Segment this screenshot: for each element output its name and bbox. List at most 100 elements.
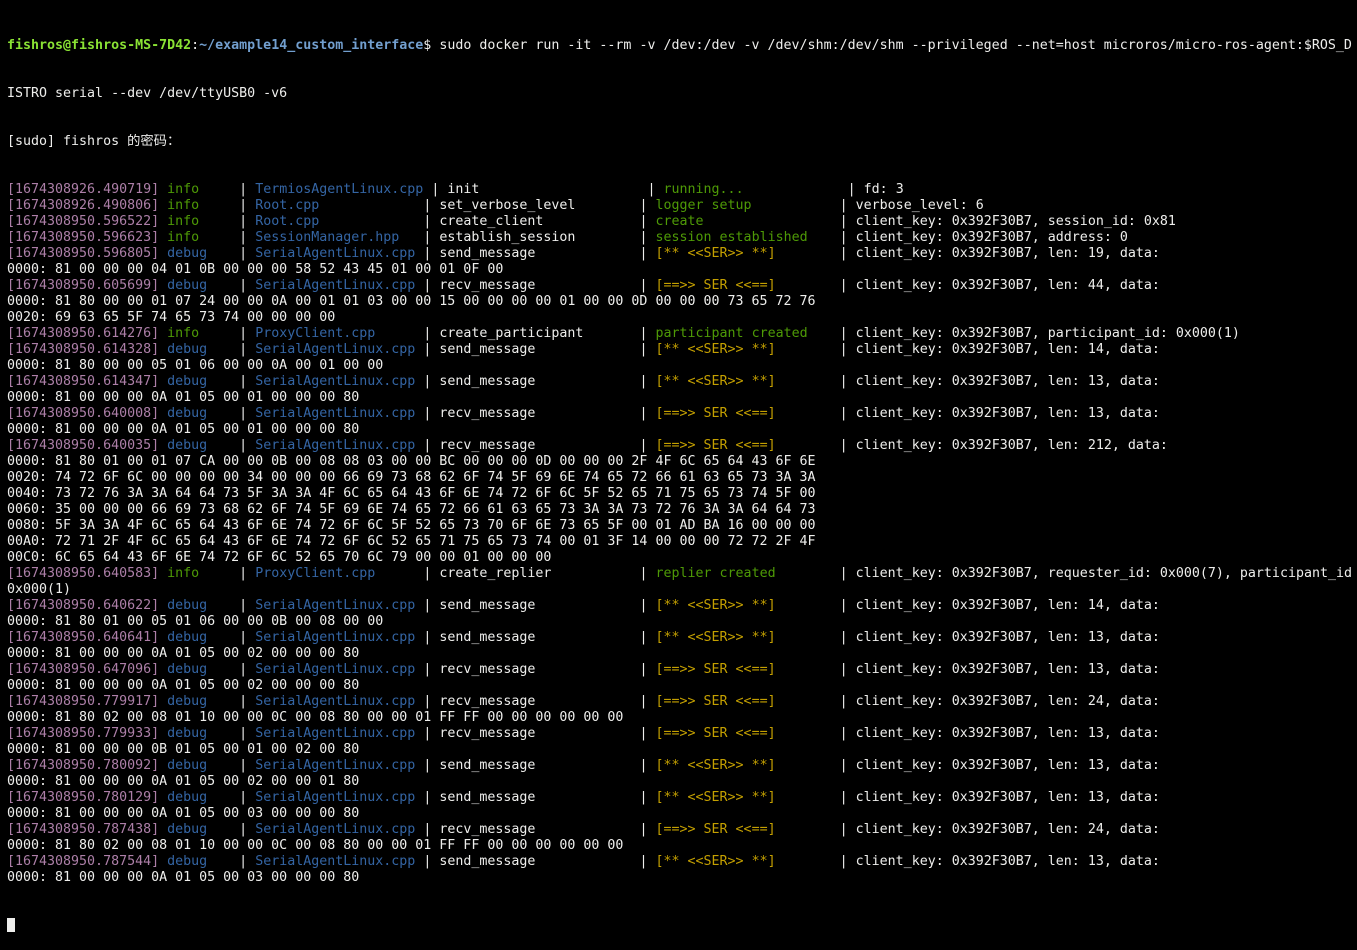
log-source-sep: | <box>415 790 440 805</box>
command-continuation: ISTRO serial --dev /dev/ttyUSB0 -v6 <box>7 86 1353 102</box>
log-level-pad: | <box>207 694 256 709</box>
log-source-file: SerialAgentLinux.cpp <box>255 374 416 389</box>
log-detail: client_key: 0x392F30B7, len: 212, data: <box>855 438 1176 453</box>
log-message-pad: | <box>807 326 856 341</box>
log-data-line: 0000: 81 00 00 00 0A 01 05 00 03 00 00 0… <box>7 806 1353 822</box>
log-raw-text: 0000: 81 80 00 00 01 07 24 00 00 0A 00 0… <box>7 294 816 309</box>
log-source-file: ProxyClient.cpp <box>255 326 376 341</box>
log-source-file: Root.cpp <box>255 214 320 229</box>
terminal-output[interactable]: fishros@fishros-MS-7D42:~/example14_cust… <box>7 6 1353 950</box>
prompt-dollar: $ <box>423 38 440 53</box>
log-raw-text: 00C0: 6C 65 64 43 6F 6E 74 72 6F 6C 52 6… <box>7 550 552 565</box>
log-entry: [1674308950.596522] info | Root.cpp | cr… <box>7 214 1353 230</box>
log-timestamp: [1674308950.605699] <box>7 278 160 293</box>
log-detail: client_key: 0x392F30B7, len: 24, data: <box>855 694 1168 709</box>
log-data-line: 0000: 81 00 00 00 0A 01 05 00 01 00 00 0… <box>7 390 1353 406</box>
log-data-line: 0000: 81 80 00 00 05 01 06 00 00 0A 00 0… <box>7 358 1353 374</box>
log-detail: client_key: 0x392F30B7, session_id: 0x81 <box>855 214 1176 229</box>
log-message: [** <<SER>> **] <box>655 630 776 645</box>
log-message-pad: | <box>703 214 856 229</box>
log-level: debug <box>167 374 208 389</box>
log-function: recv_message | <box>439 278 656 293</box>
log-message-pad: | <box>775 278 856 293</box>
log-level: info <box>167 326 200 341</box>
log-message-pad: | <box>775 598 856 613</box>
log-level: debug <box>167 246 208 261</box>
log-source-file: Root.cpp <box>255 198 320 213</box>
log-data-line: 0000: 81 80 01 00 05 01 06 00 00 0B 00 0… <box>7 614 1353 630</box>
log-data-line: 0000: 81 00 00 00 0A 01 05 00 02 00 00 0… <box>7 678 1353 694</box>
log-timestamp: [1674308926.490806] <box>7 198 160 213</box>
log-message: [==>> SER <<==] <box>655 694 776 709</box>
log-level: info <box>167 566 200 581</box>
log-function: create_replier | <box>439 566 656 581</box>
log-detail: client_key: 0x392F30B7, len: 19, data: <box>855 246 1168 261</box>
log-timestamp: [1674308950.614347] <box>7 374 160 389</box>
log-level: info <box>167 198 200 213</box>
log-source-sep: | <box>415 694 440 709</box>
log-source-file: SerialAgentLinux.cpp <box>255 822 416 837</box>
log-function: send_message | <box>439 598 656 613</box>
log-message: replier created <box>655 566 776 581</box>
log-source-sep: | <box>415 438 440 453</box>
log-raw-text: 0000: 81 00 00 00 0A 01 05 00 01 00 00 0… <box>7 390 360 405</box>
log-entry: [1674308950.640035] debug | SerialAgentL… <box>7 438 1353 454</box>
log-level-pad: | <box>207 726 256 741</box>
log-entry: [1674308926.490719] info | TermiosAgentL… <box>7 182 1353 198</box>
log-raw-text: 0000: 81 00 00 00 0A 01 05 00 02 00 00 0… <box>7 678 360 693</box>
sudo-password-prompt: [sudo] fishros 的密码： <box>7 134 1353 150</box>
log-level: debug <box>167 342 208 357</box>
log-level-pad: | <box>207 342 256 357</box>
log-function: establish_session | <box>439 230 656 245</box>
prompt-user-host: fishros@fishros-MS-7D42 <box>7 38 192 53</box>
log-raw-text: 0000: 81 80 01 00 01 07 CA 00 00 0B 00 0… <box>7 454 816 469</box>
log-message: [==>> SER <<==] <box>655 822 776 837</box>
log-detail: client_key: 0x392F30B7, len: 13, data: <box>855 758 1168 773</box>
log-data-line: 0000: 81 00 00 00 0A 01 05 00 02 00 00 0… <box>7 646 1353 662</box>
log-raw-text: 00A0: 72 71 2F 4F 6C 65 64 43 6F 6E 74 7… <box>7 534 816 549</box>
log-entry: [1674308950.605699] debug | SerialAgentL… <box>7 278 1353 294</box>
log-timestamp: [1674308950.787544] <box>7 854 160 869</box>
log-message-pad: | <box>775 630 856 645</box>
log-message: [==>> SER <<==] <box>655 406 776 421</box>
log-data-line: 0000: 81 00 00 00 0A 01 05 00 01 00 00 0… <box>7 422 1353 438</box>
log-detail: client_key: 0x392F30B7, len: 13, data: <box>855 726 1168 741</box>
log-source-file: SerialAgentLinux.cpp <box>255 342 416 357</box>
log-level-pad: | <box>207 630 256 645</box>
log-message-pad: | <box>775 758 856 773</box>
log-timestamp: [1674308950.780092] <box>7 758 160 773</box>
terminal-window: { "terminal": { "prompt": { "user_host":… <box>0 0 1357 932</box>
log-output: [1674308926.490719] info | TermiosAgentL… <box>7 182 1353 886</box>
log-detail: client_key: 0x392F30B7, len: 14, data: <box>855 342 1168 357</box>
log-entry: [1674308950.596623] info | SessionManage… <box>7 230 1353 246</box>
log-source-file: SerialAgentLinux.cpp <box>255 438 416 453</box>
log-source-file: SerialAgentLinux.cpp <box>255 726 416 741</box>
log-raw-text: 0000: 81 00 00 00 04 01 0B 00 00 00 58 5… <box>7 262 504 277</box>
log-level-pad: | <box>199 566 256 581</box>
log-source-file: SerialAgentLinux.cpp <box>255 854 416 869</box>
log-level-pad: | <box>207 758 256 773</box>
log-level: info <box>167 214 200 229</box>
log-message: [** <<SER>> **] <box>655 758 776 773</box>
log-message: create <box>655 214 704 229</box>
log-entry: [1674308950.787438] debug | SerialAgentL… <box>7 822 1353 838</box>
log-message-pad: | <box>775 854 856 869</box>
log-function: create_client | <box>439 214 656 229</box>
log-timestamp: [1674308950.640035] <box>7 438 160 453</box>
log-function: recv_message | <box>439 438 656 453</box>
prompt-separator: : <box>191 38 200 53</box>
log-function: recv_message | <box>439 662 656 677</box>
log-level-pad: | <box>207 374 256 389</box>
log-data-line: 0020: 69 63 65 5F 74 65 73 74 00 00 00 0… <box>7 310 1353 326</box>
log-timestamp: [1674308950.779933] <box>7 726 160 741</box>
log-data-line: 0000: 81 00 00 00 04 01 0B 00 00 00 58 5… <box>7 262 1353 278</box>
log-timestamp: [1674308950.779917] <box>7 694 160 709</box>
log-source-sep: | <box>415 374 440 389</box>
log-source-sep: | <box>415 246 440 261</box>
log-timestamp: [1674308950.640641] <box>7 630 160 645</box>
log-detail: fd: 3 <box>863 182 904 197</box>
log-entry: [1674308950.779917] debug | SerialAgentL… <box>7 694 1353 710</box>
log-timestamp: [1674308950.596805] <box>7 246 160 261</box>
log-detail: client_key: 0x392F30B7, len: 13, data: <box>855 662 1168 677</box>
log-level: debug <box>167 822 208 837</box>
